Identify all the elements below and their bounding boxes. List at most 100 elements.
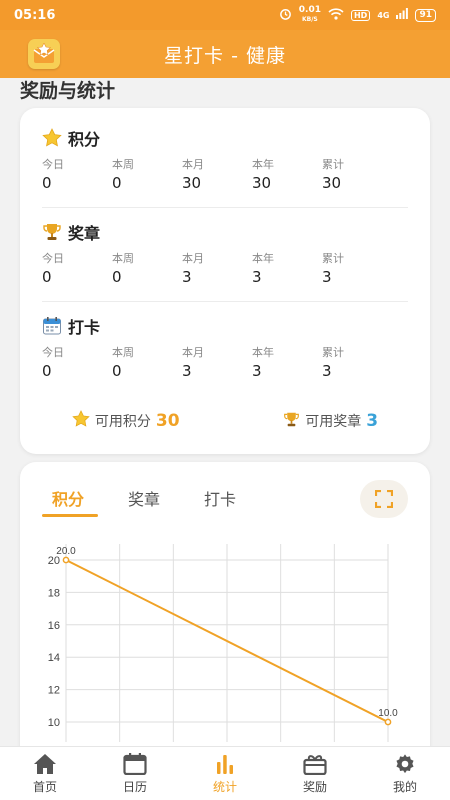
speed-value: 0.01 — [298, 5, 321, 15]
data-point — [62, 556, 70, 564]
app-title: 星打卡 - 健康 — [164, 44, 286, 67]
divider — [42, 301, 408, 302]
bottom-nav: 首页 日历 统计 奖励 我的 — [0, 746, 450, 800]
stat-label: 本年 — [252, 158, 274, 171]
trophy-icon — [283, 411, 300, 432]
app-bar: 星打卡 - 健康 — [0, 30, 450, 78]
stat-value: 0 — [42, 174, 52, 192]
available-points-value: 30 — [155, 411, 180, 431]
stat-value: 0 — [112, 362, 122, 380]
star-icon — [72, 410, 90, 432]
available-points-label: 可用积分 — [94, 414, 151, 430]
data-label: 20.0 — [56, 546, 76, 557]
line-chart: 10121416182020.010.0 — [48, 544, 398, 742]
gear-icon — [396, 753, 414, 773]
star-icon — [42, 128, 62, 148]
stat-label: 累计 — [322, 158, 344, 171]
stat-label: 本周 — [112, 158, 134, 171]
divider — [42, 207, 408, 208]
status-time: 05:16 — [14, 7, 56, 23]
stat-label: 今日 — [42, 158, 64, 171]
y-tick-label: 14 — [48, 652, 60, 664]
stat-value: 3 — [182, 362, 192, 380]
stat-value: 0 — [112, 174, 122, 192]
stat-group-title: 奖章 — [68, 224, 101, 243]
battery-indicator: 91 — [415, 8, 436, 22]
chart-card: 积分 奖章 打卡 10 12 14 16 18 20 20.0 10.0 — [20, 462, 430, 762]
stat-group-checkins: 打卡 今日 0 本周 0 本月 3 本年 3 累计 3 — [42, 314, 408, 380]
y-tick-label: 16 — [48, 620, 60, 632]
nav-rewards[interactable]: 奖励 — [270, 747, 360, 800]
nav-home[interactable]: 首页 — [0, 747, 90, 800]
home-icon — [34, 753, 56, 774]
fullscreen-icon — [375, 490, 393, 508]
tab-medals[interactable]: 奖章 — [118, 486, 194, 516]
trophy-icon — [42, 222, 62, 242]
available-medals: 可用奖章 3 — [283, 411, 378, 432]
stat-label: 今日 — [42, 346, 64, 359]
hd-badge: HD — [350, 9, 371, 21]
stat-value: 3 — [252, 268, 262, 286]
chart-tabs: 积分 奖章 打卡 — [42, 486, 270, 516]
stat-label: 本月 — [182, 346, 204, 359]
stat-label: 本月 — [182, 252, 204, 265]
stat-value: 0 — [112, 268, 122, 286]
stats-icon — [217, 754, 233, 774]
speed-unit: KB/S — [302, 16, 318, 23]
nav-label: 首页 — [32, 779, 57, 794]
nav-calendar[interactable]: 日历 — [90, 747, 180, 800]
nav-profile[interactable]: 我的 — [360, 747, 450, 800]
available-medals-label: 可用奖章 — [305, 414, 362, 430]
nav-label: 我的 — [392, 779, 417, 794]
stat-group-medals: 奖章 今日 0 本周 0 本月 3 本年 3 累计 3 — [42, 220, 408, 286]
wifi-icon — [328, 7, 344, 23]
stat-label: 本年 — [252, 346, 274, 359]
y-tick-label: 10 — [48, 717, 60, 729]
y-tick-label: 18 — [48, 587, 60, 599]
stats-card: 积分 今日 0 本周 0 本月 30 本年 30 累计 30 奖章 今日 0 本周 0 本月 3… — [20, 108, 430, 454]
signal-icon — [396, 8, 409, 22]
stat-value: 3 — [322, 362, 332, 380]
tab-points[interactable]: 积分 — [42, 486, 118, 516]
stat-label: 本月 — [182, 158, 204, 171]
stat-value: 30 — [182, 174, 202, 192]
nav-label: 日历 — [122, 779, 147, 794]
stat-value: 0 — [42, 362, 52, 380]
stat-value: 3 — [182, 268, 192, 286]
nav-label: 奖励 — [302, 779, 327, 794]
alarm-icon — [279, 7, 292, 23]
stat-label: 累计 — [322, 252, 344, 265]
stat-label: 本周 — [112, 346, 134, 359]
data-label: 10.0 — [378, 708, 398, 719]
stat-value: 3 — [322, 268, 332, 286]
stat-label: 本周 — [112, 252, 134, 265]
nav-stats[interactable]: 统计 — [180, 747, 270, 800]
available-points: 可用积分 30 — [72, 410, 180, 432]
calendar-icon — [123, 752, 147, 775]
fullscreen-button[interactable] — [360, 480, 408, 518]
data-point — [384, 718, 392, 726]
available-medals-value: 3 — [366, 411, 379, 431]
available-summary: 可用积分 30 可用奖章 3 — [20, 410, 430, 432]
stat-group-title: 打卡 — [68, 318, 101, 337]
stat-label: 本年 — [252, 252, 274, 265]
stat-group-points: 积分 今日 0 本周 0 本月 30 本年 30 累计 30 — [42, 126, 408, 192]
gift-icon — [303, 754, 327, 775]
stat-value: 0 — [42, 268, 52, 286]
stat-value: 30 — [252, 174, 272, 192]
stat-label: 今日 — [42, 252, 64, 265]
stat-value: 3 — [252, 362, 262, 380]
stat-label: 累计 — [322, 346, 344, 359]
network-speed: 0.01 KB/S — [299, 6, 321, 24]
calendar-icon — [42, 316, 62, 336]
stat-value: 30 — [322, 174, 342, 192]
stat-group-title: 积分 — [68, 130, 101, 149]
section-title: 奖励与统计 — [20, 80, 116, 102]
network-type: 4G — [377, 10, 390, 20]
y-tick-label: 12 — [48, 685, 60, 697]
nav-label: 统计 — [212, 779, 237, 794]
active-tab-indicator — [42, 514, 98, 517]
tab-checkins[interactable]: 打卡 — [194, 486, 270, 516]
status-bar: 05:16 0.01 KB/S HD 4G 91 — [0, 0, 450, 30]
app-logo-icon — [28, 39, 60, 69]
